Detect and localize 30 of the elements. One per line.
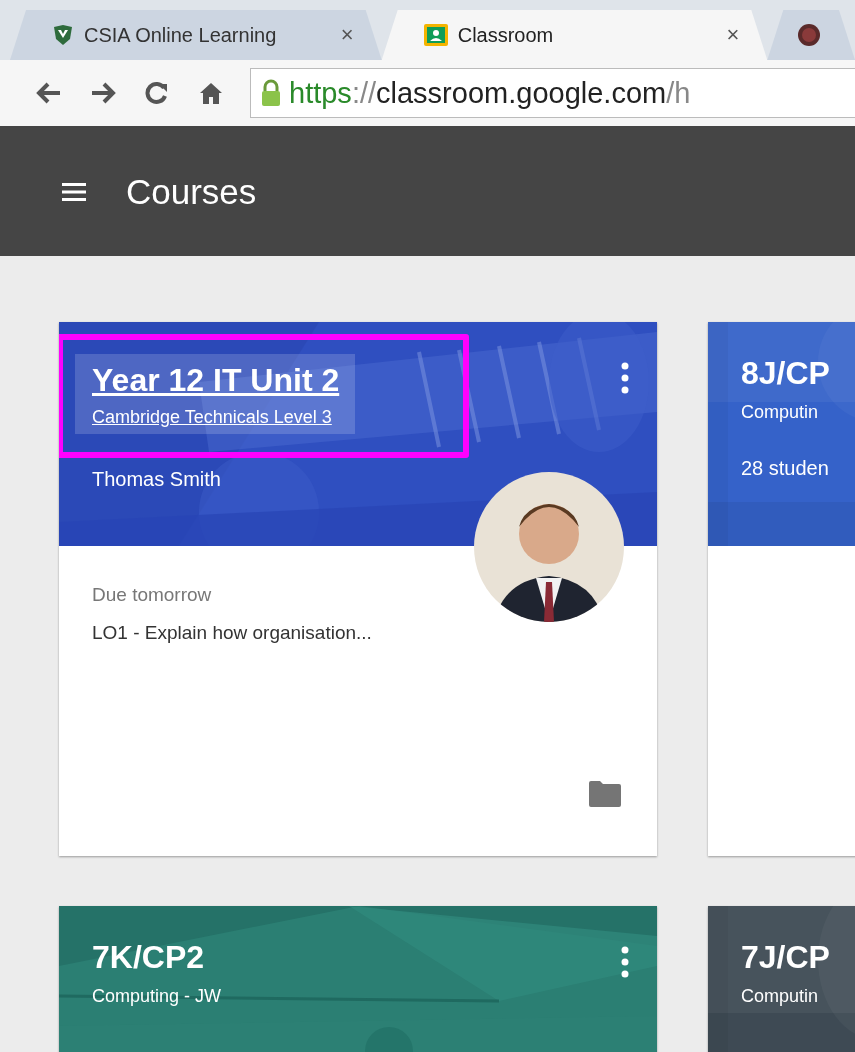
course-title[interactable]: 7J/CP	[741, 939, 855, 976]
course-card[interactable]: 7K/CP2 Computing - JW	[59, 906, 657, 1052]
course-subtitle[interactable]: Cambridge Technicals Level 3	[92, 407, 340, 428]
course-subtitle: Computin	[741, 986, 820, 1007]
due-label: Due tomorrow	[92, 584, 213, 606]
menu-icon[interactable]	[62, 183, 86, 201]
browser-tab[interactable]	[767, 10, 855, 60]
course-title[interactable]: Year 12 IT Unit 2	[92, 362, 340, 399]
close-icon[interactable]: ×	[726, 22, 740, 48]
course-card[interactable]: Year 12 IT Unit 2 Cambridge Technicals Level 3 Thomas Smith Due tomorrow LO1 - Explain how organisation...	[59, 322, 657, 856]
course-title[interactable]: 7K/CP2	[92, 939, 624, 976]
shield-icon	[52, 24, 74, 46]
page-title: Courses	[126, 172, 257, 212]
lock-icon	[261, 79, 281, 107]
favicon-icon	[797, 23, 822, 47]
address-bar[interactable]: https://classroom.google.com/h	[250, 68, 855, 118]
assignment-link[interactable]: LO1 - Explain how organisation...	[92, 622, 624, 644]
url-text: https://classroom.google.com/h	[289, 76, 691, 110]
browser-tab[interactable]: CSIA Online Learning ×	[10, 10, 382, 60]
close-icon[interactable]: ×	[340, 22, 354, 48]
course-subtitle: Computing - JW	[92, 986, 223, 1007]
more-icon[interactable]	[621, 362, 629, 394]
browser-tab[interactable]: Classroom ×	[381, 10, 768, 60]
more-icon[interactable]	[621, 946, 629, 978]
student-count: 28 studen	[741, 457, 830, 480]
course-subtitle: Computin	[741, 402, 820, 423]
course-card[interactable]: 8J/CP Computin 28 studen	[708, 322, 855, 856]
folder-icon[interactable]	[588, 780, 622, 808]
classroom-icon	[423, 24, 448, 46]
teacher-name: Thomas Smith	[92, 468, 222, 491]
